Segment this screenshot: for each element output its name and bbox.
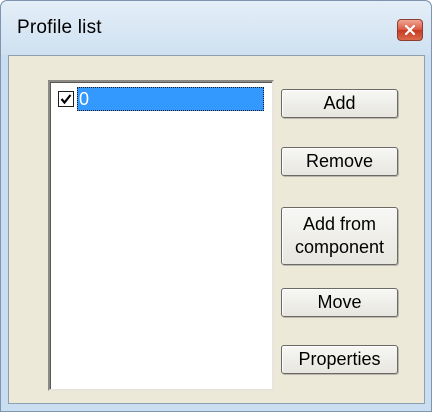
remove-button[interactable]: Remove: [281, 147, 398, 176]
add-button[interactable]: Add: [281, 89, 398, 118]
profile-checkbox[interactable]: [58, 91, 74, 107]
properties-button[interactable]: Properties: [281, 345, 398, 374]
list-item-label[interactable]: 0: [77, 87, 264, 111]
remove-button-label: Remove: [305, 151, 374, 171]
list-item[interactable]: 0: [54, 87, 264, 111]
close-x-icon: [405, 25, 415, 35]
add-from-component-button-label: Add from component: [294, 214, 385, 257]
add-from-component-button[interactable]: Add from component: [281, 207, 398, 265]
close-button[interactable]: [397, 19, 423, 41]
move-button-label: Move: [317, 292, 362, 312]
window-title: Profile list: [17, 17, 102, 38]
profile-list-dialog: Profile list 0 Add Remove Add from compo…: [0, 0, 432, 412]
move-button[interactable]: Move: [281, 288, 398, 317]
dialog-body: 0 Add Remove Add from component Move Pro…: [8, 55, 425, 404]
properties-button-label: Properties: [298, 349, 381, 369]
profile-listbox[interactable]: 0: [48, 80, 274, 391]
checkmark-icon: [60, 94, 72, 105]
title-bar[interactable]: Profile list: [1, 1, 431, 55]
add-button-label: Add: [323, 93, 356, 113]
